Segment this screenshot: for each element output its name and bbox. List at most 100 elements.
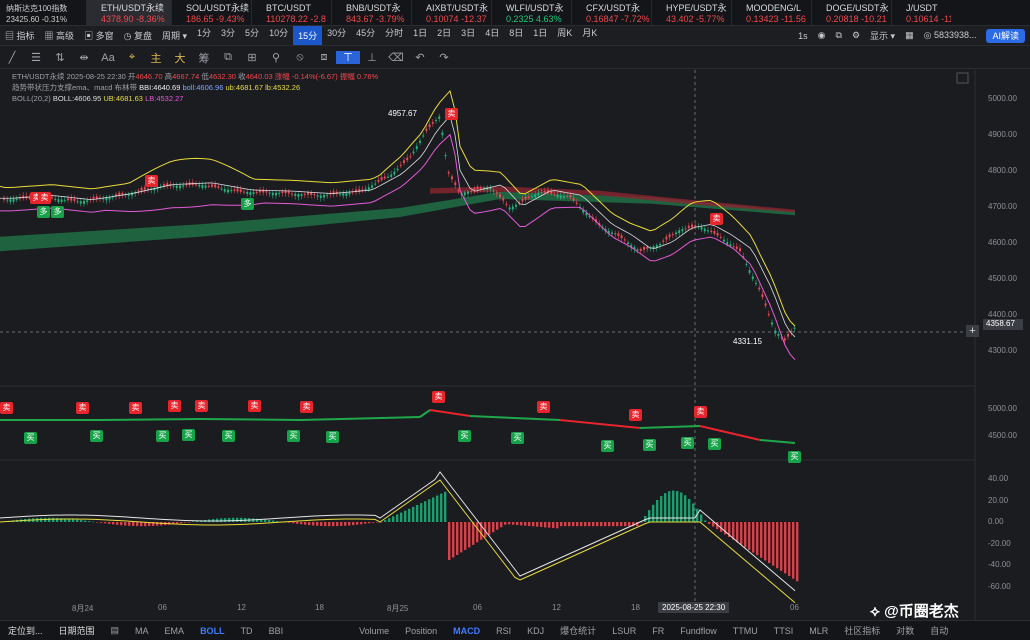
layout-icon[interactable]: ▦ xyxy=(900,30,919,41)
indicator-tab[interactable]: BBI xyxy=(261,626,292,636)
period-tab[interactable]: 8日 xyxy=(504,26,528,45)
ticker-item[interactable]: AIXBT/USDT永 0.10074 -12.37 xyxy=(411,0,491,25)
candle-body xyxy=(543,191,546,193)
ticker-bar: 纳斯达克100指数 23425.60 -0.31% ETH/USDT永续 4378… xyxy=(0,0,1030,26)
ticker-item[interactable]: HYPE/USDT永 43.402 -5.77% xyxy=(651,0,731,25)
draw-tool-icon[interactable]: 筹 xyxy=(192,50,216,66)
ticker-item[interactable]: SOL/USDT永续 186.65 -9.43% xyxy=(171,0,251,25)
period-tab[interactable]: 分时 xyxy=(380,26,408,45)
draw-tool-icon[interactable]: ⧉ xyxy=(216,51,240,64)
period-tab[interactable]: 3分 xyxy=(216,26,240,45)
indicator-tab[interactable]: MA xyxy=(127,626,157,636)
period-tab[interactable]: 1分 xyxy=(192,26,216,45)
period-tab[interactable]: 45分 xyxy=(351,26,380,45)
signal-marker-buy: 买 xyxy=(643,439,656,451)
period-dropdown[interactable]: 周期 ▾ xyxy=(157,29,192,42)
collapse-icon[interactable]: ▤ xyxy=(103,625,128,636)
period-tab[interactable]: 3日 xyxy=(456,26,480,45)
ticker-item[interactable]: BNB/USDT永 843.67 -3.79% xyxy=(331,0,411,25)
multi-window-button[interactable]: ▣ 多窗 xyxy=(79,29,119,42)
draw-tool-icon[interactable]: ⧈ xyxy=(312,51,336,64)
period-tab[interactable]: 1日 xyxy=(528,26,552,45)
indicator-tab[interactable]: EMA xyxy=(157,626,193,636)
draw-tool-icon[interactable]: ⊞ xyxy=(240,51,264,64)
chart-canvas[interactable] xyxy=(0,70,1030,620)
interval-1s[interactable]: 1s xyxy=(793,31,813,41)
ticker-item[interactable]: BTC/USDT 110278.22 -2.8 xyxy=(251,0,331,25)
indicator-button[interactable]: ▤ 指标 xyxy=(0,29,40,42)
account-button[interactable]: ◎ 5833938... xyxy=(919,30,982,41)
ticker-item[interactable]: J/USDT0.10614 -11.4% xyxy=(891,0,951,25)
indicator-tab[interactable]: Volume xyxy=(351,626,397,636)
macd-histogram-bar xyxy=(372,522,375,523)
macd-histogram-bar xyxy=(304,522,307,525)
indicator-tab[interactable]: 社区指标 xyxy=(836,624,888,637)
draw-tool-icon[interactable]: ⊥ xyxy=(360,51,384,64)
draw-tool-icon[interactable]: ⦸ xyxy=(288,51,312,64)
draw-tool-icon[interactable]: ⚲ xyxy=(264,51,288,64)
candle-body xyxy=(377,179,380,182)
period-tab[interactable]: 4日 xyxy=(480,26,504,45)
ticker-index[interactable]: 纳斯达克100指数 23425.60 -0.31% xyxy=(0,0,86,25)
indicator-tab[interactable]: TTSI xyxy=(766,626,802,636)
candle-body xyxy=(60,199,63,203)
signal-marker-buy: 买 xyxy=(156,430,169,442)
draw-tool-icon[interactable]: ⌖ xyxy=(120,51,144,64)
signal-marker-sell: 卖 xyxy=(129,402,142,414)
indicator-tab[interactable]: BOLL xyxy=(192,626,233,636)
indicator-tab[interactable]: RSI xyxy=(488,626,519,636)
indicator-tab[interactable]: 自动 xyxy=(922,624,956,637)
ticker-item[interactable]: ETH/USDT永续 4378.90 -8.36% xyxy=(86,0,171,25)
watermark-icon: ⟡ xyxy=(870,603,880,620)
draw-tool-icon[interactable]: ↶ xyxy=(408,51,432,64)
indicator-tab[interactable]: MLR xyxy=(801,626,836,636)
indicator-tab[interactable]: KDJ xyxy=(519,626,552,636)
draw-tool-icon[interactable]: ☰ xyxy=(24,51,48,64)
bottom-left-button[interactable]: 定位到... xyxy=(0,624,51,637)
period-tab[interactable]: 15分 xyxy=(293,26,323,45)
period-tab[interactable]: 5分 xyxy=(240,26,264,45)
draw-tool-icon[interactable]: ╱ xyxy=(0,51,24,64)
copy-icon[interactable]: ⧉ xyxy=(831,30,847,41)
settings-icon[interactable]: ⚙ xyxy=(847,30,865,41)
period-tab[interactable]: 1日 xyxy=(408,26,432,45)
macd-histogram-bar xyxy=(104,522,107,524)
macd-histogram-bar xyxy=(404,510,407,522)
maximize-icon[interactable] xyxy=(956,72,969,84)
ticker-item[interactable]: MOODENG/L 0.13423 -11.56 xyxy=(731,0,811,25)
indicator-tab[interactable]: 爆仓统计 xyxy=(552,624,604,637)
draw-tool-icon[interactable]: ⇅ xyxy=(48,51,72,64)
draw-tool-icon[interactable]: ↷ xyxy=(432,51,456,64)
indicator-tab[interactable]: 对数 xyxy=(888,624,922,637)
draw-tool-icon[interactable]: ⌫ xyxy=(384,51,408,64)
indicator-tab[interactable]: MACD xyxy=(445,626,488,636)
display-button[interactable]: 显示 ▾ xyxy=(865,29,900,42)
draw-tool-icon[interactable]: ⇹ xyxy=(72,51,96,64)
period-tab[interactable]: 10分 xyxy=(264,26,293,45)
indicator-tab[interactable]: TD xyxy=(233,626,261,636)
draw-tool-icon[interactable]: 主 xyxy=(144,50,168,66)
indicator-tab[interactable]: FR xyxy=(644,626,672,636)
indicator-tab[interactable]: Position xyxy=(397,626,445,636)
ticker-item[interactable]: WLFI/USDT永 0.2325 4.63% xyxy=(491,0,571,25)
bottom-left-button[interactable]: 日期范围 xyxy=(51,624,103,637)
advanced-button[interactable]: ▦ 高级 xyxy=(40,29,80,42)
period-tab[interactable]: 月K xyxy=(577,26,602,45)
period-tab[interactable]: 周K xyxy=(552,26,577,45)
indicator-tab[interactable]: LSUR xyxy=(604,626,644,636)
add-alert-button[interactable]: + xyxy=(966,325,979,337)
price-tick: 4900.00 xyxy=(988,130,1017,139)
draw-tool-icon[interactable]: ⊤ xyxy=(336,51,360,64)
indicator-tab[interactable]: TTMU xyxy=(725,626,766,636)
ticker-item[interactable]: DOGE/USDT永 0.20818 -10.21 xyxy=(811,0,891,25)
draw-tool-icon[interactable]: 大 xyxy=(168,50,192,66)
period-tab[interactable]: 30分 xyxy=(322,26,351,45)
period-tab[interactable]: 2日 xyxy=(432,26,456,45)
ai-button[interactable]: AI解读 xyxy=(981,29,1030,43)
draw-tool-icon[interactable]: Aa xyxy=(96,52,120,64)
replay-button[interactable]: ◷ 复盘 xyxy=(119,29,157,42)
ticker-item[interactable]: CFX/USDT永 0.16847 -7.72% xyxy=(571,0,651,25)
indicator-tab[interactable]: Fundflow xyxy=(672,626,725,636)
camera-icon[interactable]: ◉ xyxy=(813,30,831,41)
macd-histogram-bar xyxy=(384,520,387,522)
